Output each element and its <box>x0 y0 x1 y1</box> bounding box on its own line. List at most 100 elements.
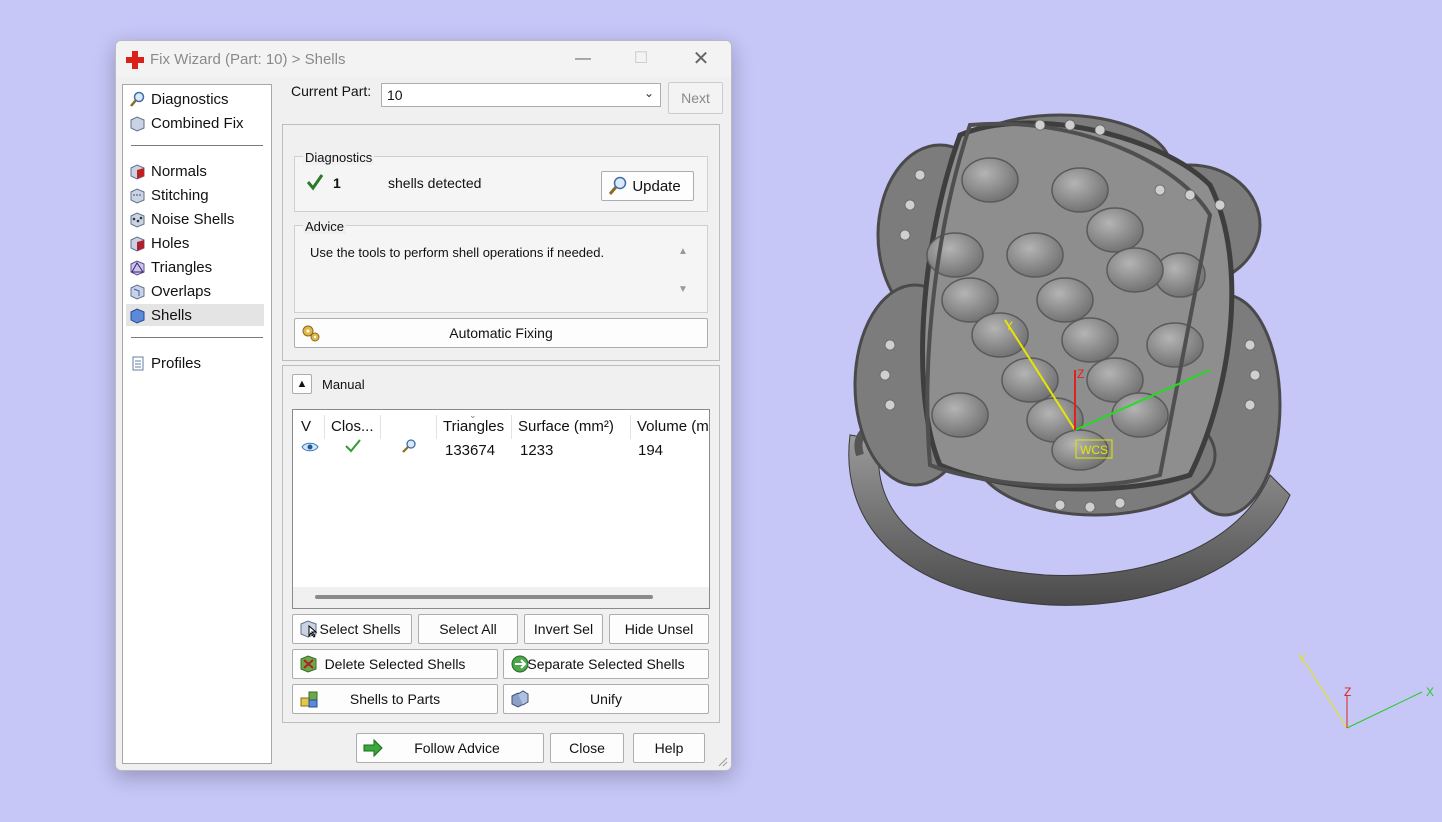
shells-detected-text: shells detected <box>388 175 482 191</box>
nav-label: Stitching <box>151 186 209 204</box>
cell-triangles: 133674 <box>445 442 496 459</box>
column-header-volume[interactable]: Volume (m <box>631 415 709 439</box>
update-button[interactable]: Update <box>601 171 694 201</box>
app-cross-icon <box>126 51 144 69</box>
separate-arrow-icon <box>511 655 529 673</box>
invert-sel-button[interactable]: Invert Sel <box>524 614 603 644</box>
collapse-manual-button[interactable]: ▲ <box>292 374 312 394</box>
ring-model-view[interactable]: Y Z WCS <box>830 95 1330 615</box>
advice-scroll-down[interactable]: ▼ <box>678 284 688 295</box>
magnifier-icon[interactable] <box>401 438 417 454</box>
nav-item-holes[interactable]: Holes <box>126 232 264 254</box>
shells-table: V Clos... Triangles ⌄ Surface (mm²) Volu… <box>292 409 710 609</box>
close-window-button[interactable]: ✕ <box>686 47 716 71</box>
unify-label: Unify <box>590 691 622 707</box>
sort-indicator-icon: ⌄ <box>469 410 477 420</box>
cell-volume: 194 <box>638 442 664 459</box>
advice-scroll-up[interactable]: ▲ <box>678 246 688 257</box>
maximize-button[interactable]: ☐ <box>626 47 656 71</box>
delete-selected-shells-label: Delete Selected Shells <box>324 656 466 672</box>
parts-cubes-icon <box>300 691 318 708</box>
nav-item-stitching[interactable]: Stitching <box>126 184 264 206</box>
viewport-axis-y: Y <box>1005 319 1013 333</box>
fix-wizard-window: Fix Wizard (Part: 10) > Shells — ☐ ✕ Dia… <box>115 40 732 771</box>
nav-label: Diagnostics <box>151 90 229 108</box>
horizontal-scrollbar[interactable] <box>293 587 709 608</box>
nav-item-profiles[interactable]: Profiles <box>126 352 264 374</box>
document-icon <box>132 356 144 370</box>
cube-hole-icon <box>130 235 145 252</box>
select-shells-button[interactable]: Select Shells <box>292 614 412 644</box>
axis-triad: Y X Z <box>1298 652 1434 729</box>
triad-y-label: Y <box>1298 652 1306 666</box>
shell-count: 1 <box>333 175 341 191</box>
gears-icon <box>302 325 320 342</box>
current-part-value: 10 <box>387 87 403 103</box>
select-cursor-icon <box>300 620 318 638</box>
separate-selected-shells-button[interactable]: Separate Selected Shells <box>503 649 709 679</box>
shells-to-parts-button[interactable]: Shells to Parts <box>292 684 498 714</box>
viewport-axis-z: Z <box>1077 367 1084 381</box>
triad-z-label: Z <box>1344 685 1351 699</box>
eye-icon[interactable] <box>301 441 319 453</box>
hide-unsel-button[interactable]: Hide Unsel <box>609 614 709 644</box>
follow-advice-label: Follow Advice <box>414 740 500 756</box>
current-part-select[interactable]: 10 ⌄ <box>381 83 661 107</box>
diagnostics-title: Diagnostics <box>303 150 375 165</box>
delete-cube-icon <box>300 655 317 673</box>
cube-dots-icon <box>130 211 145 228</box>
nav-item-noise-shells[interactable]: Noise Shells <box>126 208 264 230</box>
current-part-label: Current Part: <box>291 83 372 99</box>
nav-label: Triangles <box>151 258 213 276</box>
unify-button[interactable]: Unify <box>503 684 709 714</box>
nav-label: Normals <box>151 162 207 180</box>
window-title: Fix Wizard (Part: 10) > Shells <box>150 51 346 68</box>
nav-label: Overlaps <box>151 282 212 300</box>
column-header-v[interactable]: V <box>295 415 325 439</box>
cell-surface: 1233 <box>520 442 554 459</box>
select-all-button[interactable]: Select All <box>418 614 518 644</box>
cube-shell-icon <box>130 307 145 324</box>
column-header-surface[interactable]: Surface (mm²) <box>512 415 631 439</box>
close-button[interactable]: Close <box>550 733 624 763</box>
automatic-fixing-button[interactable]: Automatic Fixing <box>294 318 708 348</box>
fix-steps-list: Diagnostics Combined Fix Normals Stitchi… <box>122 84 272 764</box>
advice-text: Use the tools to perform shell operation… <box>310 245 605 260</box>
minimize-button[interactable]: — <box>568 47 598 71</box>
delete-selected-shells-button[interactable]: Delete Selected Shells <box>292 649 498 679</box>
unify-cubes-icon <box>511 690 529 708</box>
divider <box>131 145 263 146</box>
title-bar[interactable]: Fix Wizard (Part: 10) > Shells — ☐ ✕ <box>116 41 731 77</box>
manual-title: Manual <box>322 377 365 392</box>
nav-label: Holes <box>151 234 190 252</box>
arrow-right-icon <box>363 738 383 758</box>
cube-overlap-icon <box>130 283 145 300</box>
next-button[interactable]: Next <box>668 82 723 114</box>
nav-item-diagnostics[interactable]: Diagnostics <box>126 88 264 110</box>
column-header-closed[interactable]: Clos... <box>325 415 381 439</box>
follow-advice-button[interactable]: Follow Advice <box>356 733 544 763</box>
nav-label: Noise Shells <box>151 210 235 228</box>
resize-grip-icon[interactable] <box>716 755 728 767</box>
nav-item-combined-fix[interactable]: Combined Fix <box>126 112 264 134</box>
nav-item-normals[interactable]: Normals <box>126 160 264 182</box>
column-header-tool[interactable] <box>381 415 437 439</box>
divider <box>131 337 263 338</box>
wcs-label: WCS <box>1080 443 1108 457</box>
scrollbar-thumb[interactable] <box>315 595 653 599</box>
cube-red-icon <box>130 163 145 180</box>
nav-item-triangles[interactable]: Triangles <box>126 256 264 278</box>
nav-item-overlaps[interactable]: Overlaps <box>126 280 264 302</box>
separate-selected-shells-label: Separate Selected Shells <box>527 656 685 672</box>
cube-icon <box>130 115 145 132</box>
nav-label: Profiles <box>151 354 202 372</box>
magnifier-icon <box>608 176 627 195</box>
magnifier-icon <box>130 91 145 107</box>
help-button[interactable]: Help <box>633 733 705 763</box>
select-shells-label: Select Shells <box>319 621 401 637</box>
shells-to-parts-label: Shells to Parts <box>349 691 441 707</box>
update-label: Update <box>632 177 681 195</box>
nav-item-shells[interactable]: Shells <box>126 304 264 326</box>
cube-triangle-icon <box>130 259 145 276</box>
automatic-fixing-label: Automatic Fixing <box>449 325 553 341</box>
